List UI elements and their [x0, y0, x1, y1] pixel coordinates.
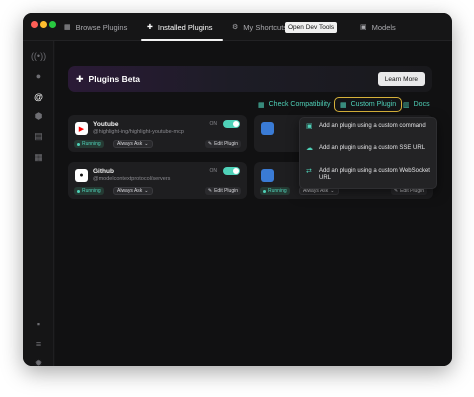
menu-item-label: Add an plugin using a custom SSE URL: [319, 145, 426, 151]
models-icon: ▣: [360, 24, 367, 31]
maximize-window-button[interactable]: [49, 21, 56, 28]
status-badge: Running: [74, 140, 104, 148]
app-window: ▦ Browse Plugins ✚ Installed Plugins ⚙ M…: [23, 13, 452, 366]
plugin-card-github[interactable]: ● Github @modelcontextprotocol/servers O…: [68, 162, 247, 199]
plugin-name: Youtube: [93, 121, 119, 128]
edit-label: Edit Plugin: [214, 188, 238, 194]
permission-select[interactable]: Always Ask ⌄: [113, 187, 153, 195]
plugin-logo-icon: [261, 169, 274, 182]
tab-label: Installed Plugins: [157, 22, 213, 32]
toggle-label: ON: [209, 168, 218, 174]
tab-label: My Shortcuts: [243, 22, 288, 32]
cloud-icon: ☁: [306, 145, 313, 152]
status-label: Running: [82, 188, 101, 194]
youtube-icon: ▶: [75, 122, 88, 135]
toggle-label: ON: [209, 121, 218, 127]
at-sign-icon[interactable]: @: [32, 90, 45, 103]
learn-more-button[interactable]: Learn More: [377, 72, 425, 86]
puzzle-icon: ✚: [147, 24, 153, 31]
calendar-icon[interactable]: ▤: [32, 130, 45, 143]
menu-item-label: Add an plugin using a custom WebSocket U…: [319, 168, 430, 181]
tab-models[interactable]: ▣ Models: [360, 13, 396, 41]
websocket-icon: ⇄: [306, 168, 312, 175]
tab-browse-plugins[interactable]: ▦ Browse Plugins: [64, 13, 127, 41]
tab-label: Browse Plugins: [75, 22, 128, 32]
settings-icon[interactable]: ✹: [32, 357, 45, 366]
plugin-add-icon: ▦: [340, 101, 347, 109]
terminal-icon: ▣: [306, 123, 313, 130]
github-icon: ●: [75, 169, 88, 182]
edit-plugin-button[interactable]: ✎ Edit Plugin: [204, 187, 241, 195]
document-icon[interactable]: ≡: [32, 337, 45, 350]
puzzle-icon: ✚: [76, 73, 84, 84]
plugin-package: @highlight-ing/highlight-youtube-mcp: [93, 129, 184, 135]
status-dot-icon: [77, 189, 80, 193]
status-label: Running: [82, 141, 101, 147]
menu-item-custom-command[interactable]: ▣ Add an plugin using a custom command: [306, 123, 432, 130]
broadcast-icon[interactable]: ((•)): [31, 49, 46, 62]
docs-label: Docs: [413, 101, 430, 108]
shortcut-icon: ⚙: [232, 24, 239, 31]
status-dot-icon: [77, 142, 80, 146]
plugins-beta-banner: ✚ Plugins Beta Learn More: [68, 66, 432, 92]
permission-select[interactable]: Always Ask ⌄: [113, 140, 153, 148]
plugin-logo-icon: [261, 122, 274, 135]
tab-my-shortcuts[interactable]: ⚙ My Shortcuts: [232, 13, 287, 41]
open-dev-tools-button[interactable]: Open Dev Tools: [285, 22, 338, 33]
main-content: ✚ Plugins Beta Learn More ▦ Check Compat…: [55, 41, 452, 366]
close-window-button[interactable]: [31, 21, 38, 28]
chevron-down-icon: ⌄: [144, 141, 149, 147]
plugin-card-youtube[interactable]: ▶ Youtube @highlight-ing/highlight-youtu…: [68, 115, 247, 152]
pencil-icon: ✎: [207, 141, 213, 147]
menu-item-custom-sse[interactable]: ☁ Add an plugin using a custom SSE URL: [306, 145, 432, 152]
menu-item-custom-websocket[interactable]: ⇄ Add an plugin using a custom WebSocket…: [306, 168, 432, 182]
status-dot-icon: [263, 189, 266, 193]
custom-plugin-button[interactable]: ▦ Custom Plugin: [334, 97, 403, 112]
grid-apps-icon[interactable]: ▦: [32, 151, 45, 164]
dev-tools-label: Open Dev Tools: [288, 24, 335, 31]
custom-plugin-menu: ▣ Add an plugin using a custom command ☁…: [299, 117, 437, 189]
check-compat-label: Check Compatibility: [268, 101, 331, 108]
minimize-window-button[interactable]: [40, 21, 47, 28]
plugin-name: Github: [93, 168, 114, 175]
menu-item-label: Add an plugin using a custom command: [319, 123, 426, 129]
docs-button[interactable]: ▥ Docs: [403, 97, 430, 112]
plugin-toggle[interactable]: [223, 167, 240, 175]
plugin-toggle[interactable]: [223, 120, 240, 128]
edit-label: Edit Plugin: [214, 141, 238, 147]
pencil-icon: ✎: [207, 188, 213, 194]
tab-label: Models: [371, 22, 396, 32]
status-badge: Running: [260, 187, 290, 195]
tab-installed-plugins[interactable]: ✚ Installed Plugins: [147, 13, 213, 41]
learn-more-label: Learn More: [384, 75, 418, 83]
status-badge: Running: [74, 187, 104, 195]
sidebar: ((•)) ● @ ⬢ ▤ ▦ ▪ ≡ ✹: [23, 41, 54, 366]
top-bar: ▦ Browse Plugins ✚ Installed Plugins ⚙ M…: [23, 13, 452, 41]
permission-label: Always Ask: [117, 188, 143, 194]
chat-icon[interactable]: ▪: [32, 317, 45, 330]
status-label: Running: [268, 188, 287, 194]
plugin-package: @modelcontextprotocol/servers: [93, 176, 171, 182]
check-compatibility-button[interactable]: ▦ Check Compatibility: [258, 97, 330, 112]
custom-plugin-label: Custom Plugin: [350, 101, 397, 108]
user-icon[interactable]: ●: [32, 69, 45, 82]
chevron-down-icon: ⌄: [144, 188, 149, 194]
banner-title: Plugins Beta: [88, 74, 141, 84]
permission-label: Always Ask: [117, 141, 143, 147]
grid-check-icon: ▦: [258, 101, 265, 109]
book-icon: ▥: [403, 101, 410, 109]
grid-icon: ▦: [64, 24, 71, 31]
edit-plugin-button[interactable]: ✎ Edit Plugin: [204, 140, 241, 148]
box-icon[interactable]: ⬢: [32, 110, 45, 123]
